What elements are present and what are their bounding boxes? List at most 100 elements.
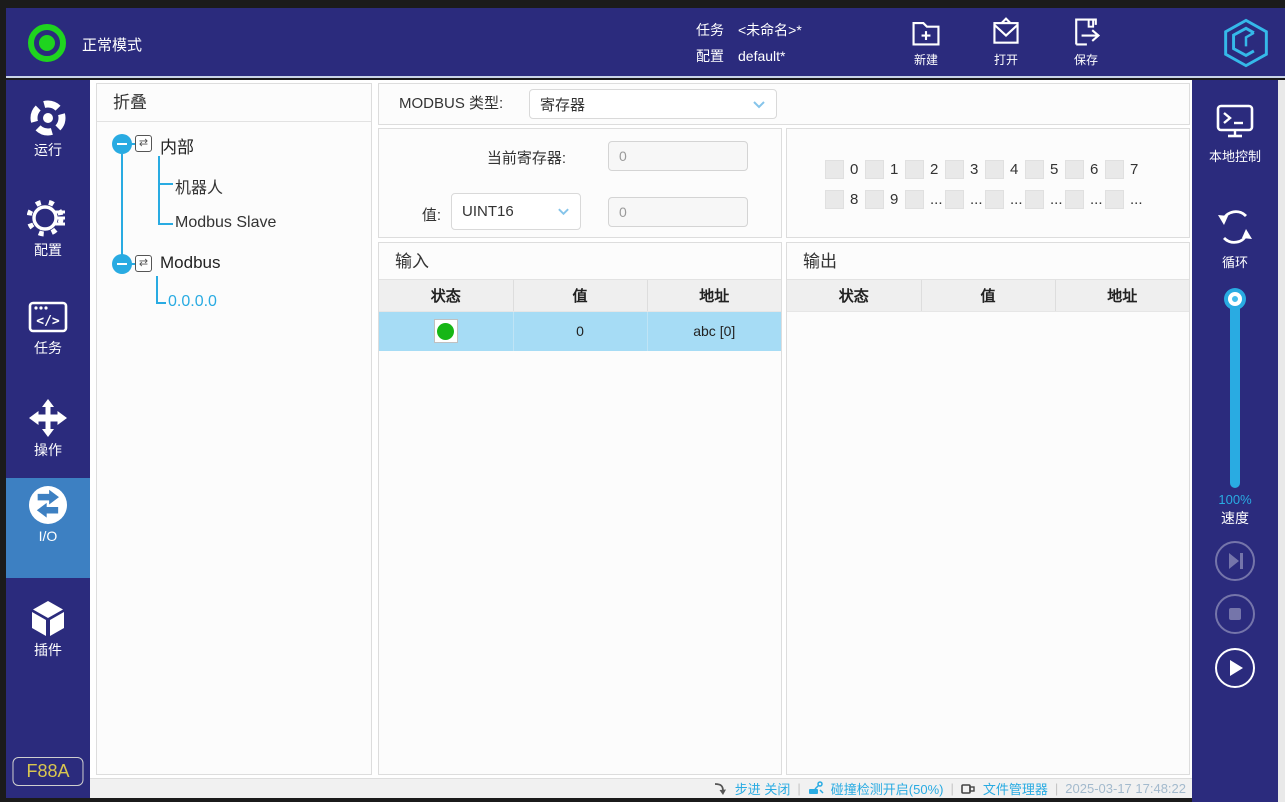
save-button[interactable]: 保存 (1054, 16, 1118, 68)
tree-connector (121, 154, 123, 264)
open-button[interactable]: 打开 (974, 16, 1038, 68)
sidebar-item-run[interactable]: 运行 (6, 92, 90, 188)
speed-slider[interactable] (1222, 292, 1248, 492)
bit-checkbox[interactable] (1065, 159, 1084, 179)
sidebar-item-plugin[interactable]: 插件 (6, 592, 90, 688)
sidebar-item-operate[interactable]: 操作 (6, 392, 90, 488)
open-button-label: 打开 (993, 53, 1018, 67)
bit-cell: ... (1105, 189, 1145, 209)
sidebar-item-label: 任务 (34, 340, 62, 356)
tree-node-icon: ⇄ (135, 135, 152, 152)
step-status[interactable]: 步进 关闭 (735, 779, 791, 798)
tree-connector (156, 302, 166, 304)
output-panel: 输出 状态 值 地址 (786, 242, 1190, 775)
bit-checkbox[interactable] (905, 189, 924, 209)
input-table: 状态 值 地址 0 abc [0] (379, 280, 781, 351)
bit-label: ... (1130, 190, 1143, 208)
local-control-button[interactable]: 本地控制 (1192, 102, 1278, 165)
value-label: 值: (421, 207, 441, 224)
bit-cell: 3 (945, 159, 985, 179)
step-icon (714, 783, 726, 795)
tree-collapse-toggle[interactable] (112, 134, 132, 154)
loop-button[interactable]: 循环 (1192, 206, 1278, 271)
col-address: 地址 (647, 280, 781, 312)
main-content: 折叠 ⇄ 内部 机器人 Modbus Slave ⇄ Modbus 0.0.0.… (90, 80, 1192, 798)
register-fields-panel: 当前寄存器: 0 值: UINT16 0 (378, 128, 782, 238)
right-sidebar: 本地控制 循环 100% 速度 (1192, 80, 1278, 802)
bit-label: 0 (850, 160, 859, 178)
slider-handle[interactable] (1228, 292, 1242, 306)
sidebar-item-config[interactable]: 配置 (6, 192, 90, 288)
tree-node-modbus[interactable]: Modbus (160, 253, 220, 273)
terminal-icon (1216, 104, 1254, 138)
new-folder-icon (912, 22, 940, 46)
open-icon (993, 17, 1019, 44)
modbus-type-label: MODBUS 类型: (399, 95, 504, 112)
bit-label: 8 (850, 190, 859, 208)
modbus-type-select[interactable]: 寄存器 (529, 89, 777, 119)
device-tree: ⇄ 内部 机器人 Modbus Slave ⇄ Modbus 0.0.0.0 (97, 122, 371, 773)
stop-button[interactable] (1215, 594, 1255, 634)
bit-checkbox[interactable] (905, 159, 924, 179)
bit-checkbox[interactable] (985, 159, 1004, 179)
bit-checkbox[interactable] (1025, 189, 1044, 209)
tree-node-address[interactable]: 0.0.0.0 (168, 293, 217, 311)
collapse-header[interactable]: 折叠 (97, 84, 371, 122)
collision-status[interactable]: 碰撞检测开启(50%) (831, 779, 944, 798)
status-led-box (433, 319, 458, 344)
value-input[interactable]: 0 (608, 197, 748, 227)
bit-checkbox[interactable] (1105, 189, 1124, 209)
tree-node-modbus-slave[interactable]: Modbus Slave (175, 214, 276, 232)
bit-cell: 5 (1025, 159, 1065, 179)
bit-label: 4 (1010, 160, 1019, 178)
speed-label: 速度 (1221, 510, 1249, 526)
bit-checkbox[interactable] (825, 189, 844, 209)
bit-cell: 0 (825, 159, 865, 179)
save-icon (1075, 18, 1101, 46)
tree-collapse-toggle[interactable] (112, 254, 132, 274)
bit-checkbox[interactable] (1105, 159, 1124, 179)
status-bar: 步进 关闭 | 碰撞检测开启(50%) | 文件管理器 | 2025-03-17… (90, 778, 1192, 798)
bit-cell: 1 (865, 159, 905, 179)
bit-label: 3 (970, 160, 979, 178)
local-control-label: 本地控制 (1208, 149, 1261, 164)
sidebar-item-io[interactable]: I/O (6, 478, 90, 578)
bit-cell: ... (1065, 189, 1105, 209)
file-manager-link[interactable]: 文件管理器 (983, 779, 1048, 798)
tree-connector (156, 276, 158, 304)
collision-icon (808, 781, 824, 794)
separator: | (1054, 781, 1059, 796)
move-arrows-icon (29, 399, 67, 437)
bit-checkbox[interactable] (825, 159, 844, 179)
tree-connector (158, 223, 173, 225)
tree-connector (158, 183, 173, 185)
step-forward-button[interactable] (1215, 541, 1255, 581)
col-status: 状态 (787, 280, 922, 312)
bit-checkbox[interactable] (985, 189, 1004, 209)
tree-node-robot[interactable]: 机器人 (175, 174, 223, 198)
run-icon (30, 100, 66, 136)
bit-checkbox[interactable] (865, 159, 884, 179)
bit-checkbox[interactable] (945, 159, 964, 179)
bit-checkbox[interactable] (945, 189, 964, 209)
output-title: 输出 (787, 243, 1189, 280)
value-type-select[interactable]: UINT16 (451, 193, 581, 230)
col-value: 值 (921, 280, 1056, 312)
input-table-row[interactable]: 0 abc [0] (379, 311, 781, 351)
slider-track[interactable] (1230, 302, 1240, 488)
bit-checkbox[interactable] (865, 189, 884, 209)
new-button[interactable]: 新建 (894, 16, 958, 68)
bit-checkbox[interactable] (1025, 159, 1044, 179)
window-edge (1278, 80, 1285, 802)
play-button[interactable] (1215, 648, 1255, 688)
bit-label: 6 (1090, 160, 1099, 178)
tree-node-internal[interactable]: 内部 (160, 133, 194, 158)
skip-next-icon (1229, 553, 1243, 569)
sidebar-item-task[interactable]: </> 任务 (6, 292, 90, 388)
cube-icon (32, 601, 64, 636)
col-value: 值 (513, 280, 648, 312)
bit-checkbox[interactable] (1065, 189, 1084, 209)
bit-label: 2 (930, 160, 939, 178)
current-register-input[interactable]: 0 (608, 141, 748, 171)
config-value: default* (738, 48, 786, 64)
